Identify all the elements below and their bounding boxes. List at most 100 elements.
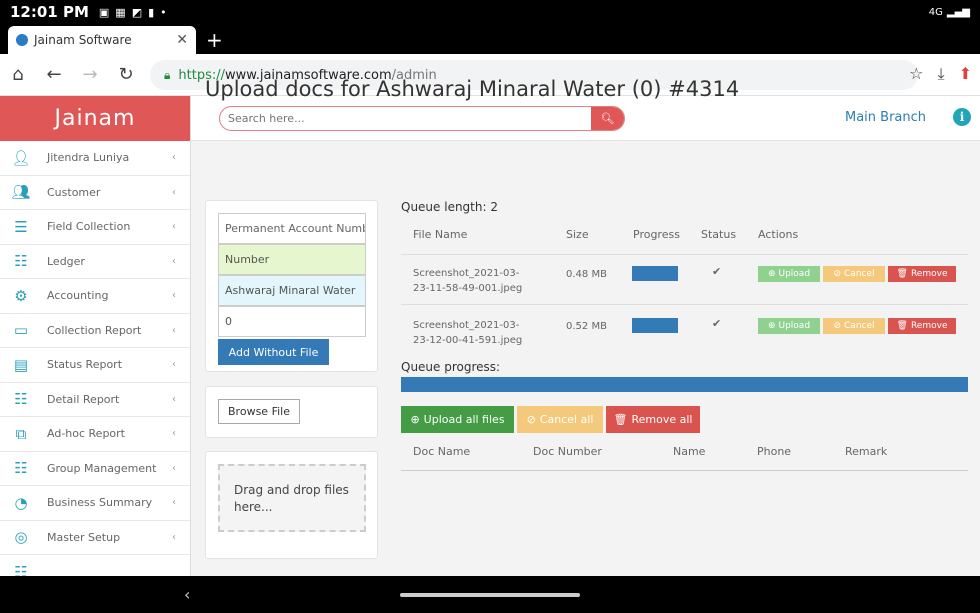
ban-icon: ⊘	[833, 321, 842, 331]
upload-label: Upload	[778, 269, 811, 279]
col-status: Status	[701, 228, 737, 241]
check-icon: ✔	[712, 265, 722, 278]
drop-zone[interactable]: Drag and drop files here...	[218, 464, 366, 532]
sidebar-item-label: Field Collection	[47, 220, 131, 234]
list-icon: ☷	[14, 562, 28, 576]
chevron-left-icon: ‹	[172, 221, 176, 233]
back-nav-icon[interactable]: ‹	[184, 585, 190, 604]
ban-icon: ⊘	[833, 269, 842, 279]
remove-all-button[interactable]: 🗑︎ Remove all	[606, 406, 700, 433]
amount-field[interactable]: 0	[218, 306, 366, 337]
sidebar-item-accounting[interactable]: ⚙ Accounting ‹	[0, 279, 190, 314]
new-tab-button[interactable]: +	[206, 28, 223, 52]
col-size: Size	[566, 228, 589, 241]
remove-all-label: Remove all	[631, 413, 693, 426]
upload-icon: ⊕	[410, 413, 420, 426]
upload-button[interactable]: ⊕ Upload	[758, 266, 820, 282]
chevron-left-icon: ‹	[172, 152, 176, 164]
server-icon: ☰	[14, 217, 28, 236]
home-icon[interactable]: ⌂	[0, 64, 36, 85]
sidebar-item-master-setup[interactable]: ◎ Master Setup ‹	[0, 521, 190, 555]
table-row: Screenshot_2021-03- 23-11-58-49-001.jpeg	[413, 266, 522, 296]
object-group-icon: ⧉	[15, 424, 27, 443]
cancel-label: Cancel	[844, 269, 875, 279]
trash-icon: 🗑︎	[613, 413, 628, 426]
cancel-button[interactable]: ⊘ Cancel	[823, 266, 885, 282]
chevron-left-icon: ‹	[172, 393, 176, 405]
divider	[401, 304, 968, 305]
sidebar-item-label: Master Setup	[47, 530, 121, 544]
search-input[interactable]	[220, 107, 591, 130]
branch-selector[interactable]: Main Branch	[845, 110, 926, 125]
download-icon[interactable]: ⤓	[938, 64, 945, 84]
user-icon: 👤︎	[11, 148, 31, 167]
remove-label: Remove	[910, 321, 948, 331]
upload-all-label: Upload all files	[423, 413, 505, 426]
chevron-left-icon: ‹	[172, 428, 176, 440]
search-icon[interactable]: 🔍︎	[591, 107, 624, 130]
sidebar-item-detail-report[interactable]: ☷ Detail Report ‹	[0, 383, 190, 417]
chevron-left-icon: ‹	[172, 531, 176, 543]
tab-title: Jainam Software	[34, 33, 132, 47]
col-doc-number: Doc Number	[533, 445, 602, 458]
chevron-left-icon: ‹	[172, 462, 176, 474]
browse-file-button[interactable]: Browse File	[218, 399, 300, 424]
sidebar-item-field-collection[interactable]: ☰ Field Collection ‹	[0, 210, 190, 245]
cancel-label: Cancel	[844, 321, 875, 331]
extension-icon[interactable]: ⬆	[959, 64, 972, 84]
col-actions: Actions	[758, 228, 799, 241]
sidebar-item-customer[interactable]: 👥︎ Customer ‹	[0, 176, 190, 210]
image-icon: ▦	[115, 5, 126, 19]
upload-button[interactable]: ⊕ Upload	[758, 318, 820, 334]
name-field[interactable]: Ashwaraj Minaral Water	[218, 275, 366, 306]
file-name-line-1: Screenshot_2021-03-	[413, 268, 520, 279]
sidebar-item-group-management[interactable]: ☷ Group Management ‹	[0, 452, 190, 486]
upload-all-button[interactable]: ⊕ Upload all files	[401, 406, 514, 433]
browser-tab[interactable]: Jainam Software ✕	[8, 26, 196, 54]
sidebar-item-label: Ad-hoc Report	[47, 427, 125, 441]
back-icon[interactable]: ←	[36, 64, 72, 85]
top-header: 🔍︎ Main Branch i	[191, 96, 980, 141]
signal-area: 4G ▂▄▆	[929, 7, 970, 18]
sidebar-item-user[interactable]: 👤︎ Jitendra Luniya ‹	[0, 141, 190, 176]
home-pill[interactable]	[400, 593, 580, 597]
ban-icon: ⊘	[526, 413, 536, 426]
sidebar-item-business-summary[interactable]: ◔ Business Summary ‹	[0, 486, 190, 521]
sidebar-item-label: Jitendra Luniya	[47, 151, 130, 165]
file-name-line-1: Screenshot_2021-03-	[413, 320, 520, 331]
forward-icon[interactable]: →	[72, 64, 108, 85]
sidebar-item-ledger[interactable]: ☷ Ledger ‹	[0, 245, 190, 279]
add-without-file-button[interactable]: Add Without File	[218, 339, 329, 365]
star-icon[interactable]: ☆	[909, 64, 923, 84]
brand-logo[interactable]: Jainam	[0, 96, 190, 141]
toolbar-actions: ☆ ⤓ ⬆	[909, 64, 972, 84]
sidebar-item-status-report[interactable]: ▤ Status Report ‹	[0, 348, 190, 383]
cancel-button[interactable]: ⊘ Cancel	[823, 318, 885, 334]
remove-button[interactable]: 🗑︎ Remove	[888, 266, 956, 282]
notification-icons: ▣ ▦ ◩ ▮ •	[99, 6, 167, 19]
sidebar-item-collection-report[interactable]: ▭ Collection Report ‹	[0, 314, 190, 348]
number-field[interactable]: Number	[218, 244, 366, 275]
pan-field[interactable]: Permanent Account Number	[218, 213, 366, 244]
col-doc-name: Doc Name	[413, 445, 471, 458]
lock-icon: 🔒︎	[164, 67, 171, 82]
remove-button[interactable]: 🗑︎ Remove	[888, 318, 956, 334]
browser-tab-bar: Jainam Software ✕ +	[0, 24, 980, 54]
upload-icon: ⊕	[767, 321, 776, 331]
doc-form-panel: Permanent Account Number Number Ashwaraj…	[205, 200, 378, 372]
close-tab-icon[interactable]: ✕	[176, 32, 188, 48]
chevron-left-icon: ‹	[172, 290, 176, 302]
queue-progress-label: Queue progress:	[401, 360, 501, 374]
sidebar-item-more[interactable]: ☷	[0, 555, 190, 576]
reload-icon[interactable]: ↻	[108, 64, 144, 85]
chevron-left-icon: ‹	[172, 497, 176, 509]
trash-icon: 🗑︎	[896, 321, 908, 331]
chevron-left-icon: ‹	[172, 324, 176, 336]
sidebar-item-adhoc-report[interactable]: ⧉ Ad-hoc Report ‹	[0, 417, 190, 452]
cancel-all-button[interactable]: ⊘ Cancel all	[517, 406, 603, 433]
sidebar-item-label: Detail Report	[47, 392, 120, 406]
info-icon[interactable]: i	[953, 108, 971, 126]
sidebar-item-label: Status Report	[47, 358, 123, 372]
id-card-icon: ▤	[13, 355, 29, 374]
file-name-line-2: 23-12-00-41-591.jpeg	[413, 335, 523, 346]
